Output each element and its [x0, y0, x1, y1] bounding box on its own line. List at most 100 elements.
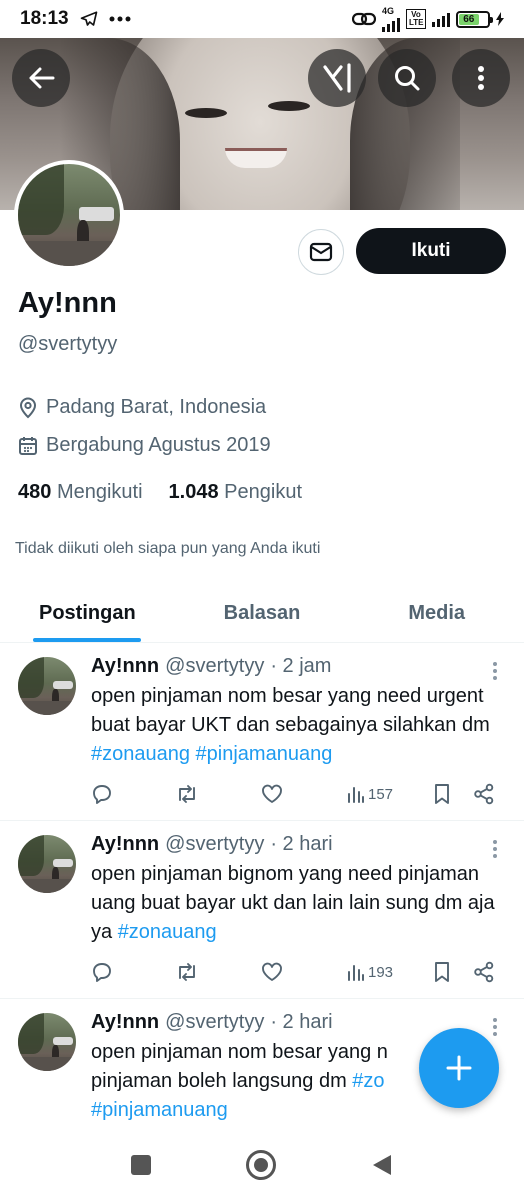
- avatar[interactable]: [18, 835, 76, 893]
- like-button[interactable]: [261, 784, 347, 804]
- profile-tabs: Postingan Balasan Media: [0, 585, 524, 643]
- bookmark-button[interactable]: [433, 783, 473, 805]
- views-icon: [348, 787, 364, 803]
- following-link[interactable]: 480 Mengikuti: [18, 481, 143, 504]
- envelope-icon: [309, 242, 333, 262]
- tweet-text: open pinjaman nom besar yang n pinjaman …: [91, 1041, 388, 1121]
- tab-posts[interactable]: Postingan: [0, 585, 175, 642]
- follow-stats: 480 Mengikuti 1.048 Pengikut: [18, 481, 302, 504]
- followers-link[interactable]: 1.048 Pengikut: [169, 481, 302, 504]
- view-count: 193: [368, 963, 394, 981]
- location-text: Padang Barat, Indonesia: [46, 396, 267, 418]
- grok-icon: [323, 63, 351, 93]
- retweet-button[interactable]: [175, 962, 261, 982]
- tweet[interactable]: Ay!nnn @svertytyy · 2 jam open pinjaman …: [0, 643, 524, 821]
- tweet-author-name[interactable]: Ay!nnn: [91, 833, 159, 856]
- share-button[interactable]: [473, 961, 495, 983]
- tweet-actions: 157: [91, 783, 506, 805]
- profile-handle: @svertytyy: [18, 333, 118, 355]
- tweet-text: open pinjaman bignom yang need pinjaman …: [91, 863, 495, 943]
- tweet[interactable]: Ay!nnn @svertytyy · 2 hari open pinjaman…: [0, 821, 524, 999]
- reply-button[interactable]: [91, 783, 175, 805]
- share-icon: [474, 783, 494, 805]
- tweet-author-handle[interactable]: @svertytyy: [165, 833, 264, 856]
- tab-media[interactable]: Media: [349, 585, 524, 642]
- bookmark-icon: [435, 784, 449, 804]
- search-button[interactable]: [378, 49, 436, 107]
- volte-badge: Vo LTE: [406, 9, 426, 29]
- retweet-icon: [179, 963, 195, 981]
- tweet-author-name[interactable]: Ay!nnn: [91, 655, 159, 678]
- views-button[interactable]: 193: [347, 963, 433, 981]
- tweet-author-name[interactable]: Ay!nnn: [91, 1011, 159, 1034]
- more-notifications-icon: [109, 16, 131, 22]
- followers-label: Pengikut: [224, 481, 303, 503]
- joined-row: Bergabung Agustus 2019: [18, 434, 271, 457]
- reply-icon: [93, 785, 111, 804]
- more-vertical-icon: [478, 66, 484, 90]
- status-bar: 18:13 4G Vo LTE 66: [0, 0, 524, 38]
- tweet-author-handle[interactable]: @svertytyy: [165, 1011, 264, 1034]
- tweet-time: · 2 hari: [270, 1011, 333, 1033]
- calendar-icon: [19, 436, 37, 455]
- back-button[interactable]: [12, 49, 70, 107]
- charging-icon: [496, 12, 504, 26]
- bookmark-icon: [435, 962, 449, 982]
- share-icon: [474, 961, 494, 983]
- system-nav-bar: [0, 1130, 524, 1200]
- bookmark-button[interactable]: [433, 961, 473, 983]
- tweet-time: · 2 hari: [270, 833, 333, 855]
- back-nav-icon[interactable]: [371, 1153, 393, 1177]
- tweet-more-icon[interactable]: [492, 839, 498, 859]
- not-followed-note: Tidak diikuti oleh siapa pun yang Anda i…: [15, 540, 321, 557]
- compose-button[interactable]: [419, 1028, 499, 1108]
- avatar[interactable]: [18, 1013, 76, 1071]
- view-count: 157: [368, 785, 394, 803]
- like-button[interactable]: [261, 962, 347, 982]
- following-label: Mengikuti: [56, 481, 143, 503]
- heart-icon: [262, 962, 282, 981]
- tweet-more-icon[interactable]: [492, 1017, 498, 1037]
- hashtag-link[interactable]: #zonauang: [118, 921, 217, 943]
- status-time: 18:13: [20, 8, 69, 29]
- hashtag-link[interactable]: #zonauang: [91, 743, 190, 765]
- recents-button[interactable]: [131, 1155, 151, 1175]
- following-count: 480: [18, 481, 52, 503]
- tweet-text: open pinjaman nom besar yang need urgent…: [91, 685, 490, 765]
- arrow-left-icon: [29, 67, 55, 89]
- home-button[interactable]: [246, 1150, 276, 1180]
- share-button[interactable]: [473, 783, 495, 805]
- battery-level: 66: [459, 13, 479, 25]
- hashtag-link[interactable]: #zo: [352, 1070, 384, 1092]
- tab-replies[interactable]: Balasan: [175, 585, 350, 642]
- search-icon: [395, 66, 420, 91]
- more-options-button[interactable]: [452, 49, 510, 107]
- profile-avatar[interactable]: [14, 160, 124, 270]
- network-type: 4G: [382, 5, 395, 16]
- plus-icon: [446, 1055, 472, 1081]
- link-icon: [352, 12, 376, 26]
- signal-icon: [382, 16, 400, 32]
- retweet-button[interactable]: [175, 784, 261, 804]
- grok-button[interactable]: [308, 49, 366, 107]
- tweet-author-handle[interactable]: @svertytyy: [165, 655, 264, 678]
- hashtag-link[interactable]: #pinjamanuang: [91, 1099, 228, 1121]
- views-icon: [348, 965, 364, 981]
- reply-icon: [93, 963, 111, 982]
- hashtag-link[interactable]: #pinjamanuang: [196, 743, 333, 765]
- heart-icon: [262, 784, 282, 803]
- location-pin-icon: [19, 397, 37, 418]
- signal-2-icon: [432, 11, 450, 27]
- tweet-actions: 193: [91, 961, 506, 983]
- views-button[interactable]: 157: [347, 785, 433, 803]
- joined-text: Bergabung Agustus 2019: [46, 434, 271, 456]
- reply-button[interactable]: [91, 961, 175, 983]
- battery-icon: 66: [456, 10, 493, 28]
- avatar[interactable]: [18, 657, 76, 715]
- retweet-icon: [179, 785, 195, 803]
- telegram-icon: [80, 11, 97, 26]
- followers-count: 1.048: [168, 481, 219, 503]
- follow-button[interactable]: Ikuti: [356, 228, 506, 274]
- tweet-more-icon[interactable]: [492, 661, 498, 681]
- message-button[interactable]: [298, 229, 344, 275]
